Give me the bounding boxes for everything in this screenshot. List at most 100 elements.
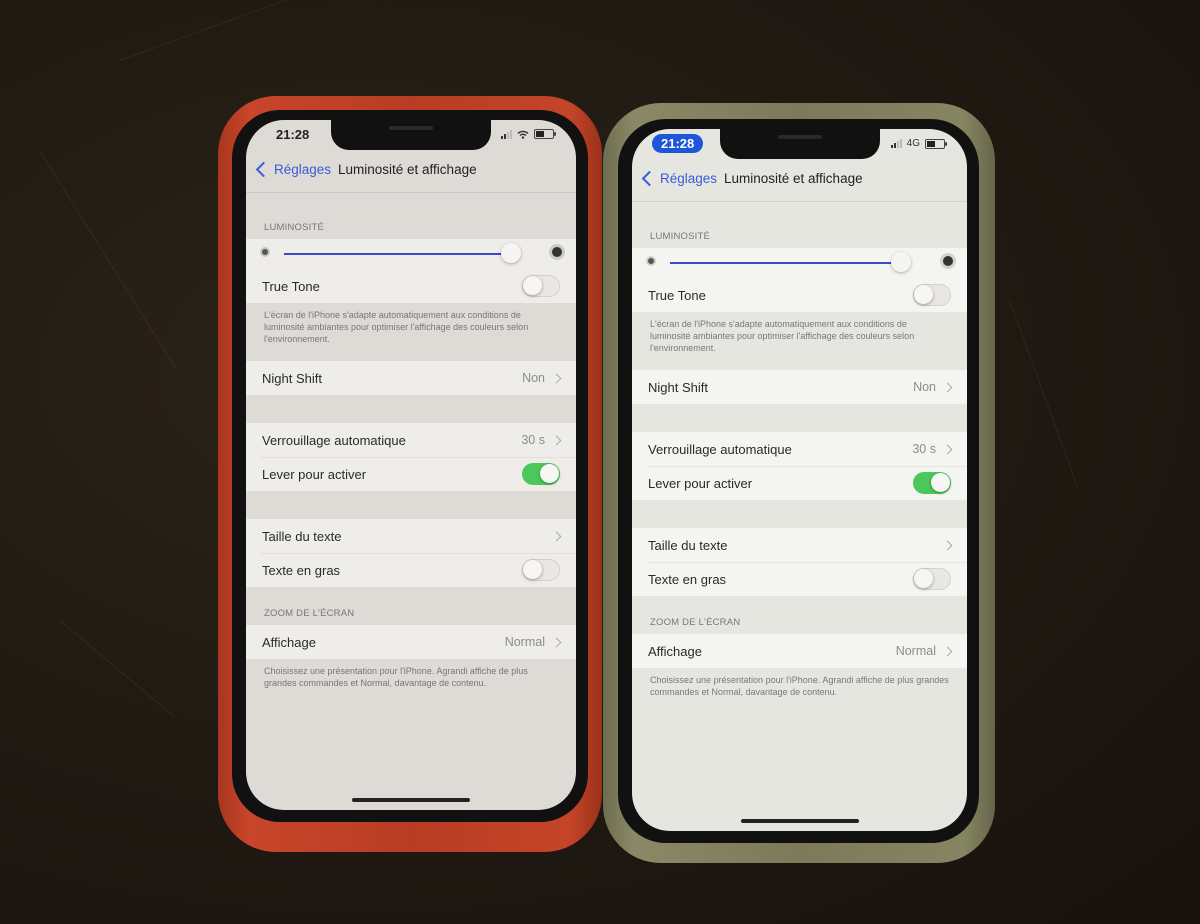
chevron-right-icon (551, 531, 562, 541)
row-value: Non (913, 380, 936, 394)
row-raise-to-wake[interactable]: Lever pour activer (246, 457, 576, 491)
chevron-right-icon (551, 373, 562, 383)
group-zoom: Affichage Normal (246, 625, 576, 659)
row-label: Affichage (648, 643, 702, 659)
battery-icon (534, 129, 556, 139)
row-auto-lock[interactable]: Verrouillage automatique 30 s (246, 423, 576, 457)
brightness-slider[interactable] (246, 239, 576, 269)
phone-bezel: 21:28 Réglages Luminosité et affichage L… (232, 110, 588, 822)
page-title: Luminosité et affichage (724, 171, 863, 186)
home-indicator[interactable] (740, 819, 859, 823)
status-time-pill[interactable]: 21:28 (652, 134, 704, 153)
group-text: Taille du texte Texte en gras (246, 519, 576, 587)
chevron-right-icon (551, 637, 562, 647)
phone-screen: 21:28 Réglages Luminosité et affichage L… (246, 120, 576, 810)
section-header-brightness: LUMINOSITÉ (650, 231, 711, 242)
group-zoom: Affichage Normal (632, 634, 967, 668)
navigation-bar: Réglages Luminosité et affichage (246, 152, 576, 193)
slider-track[interactable] (284, 253, 511, 255)
bold-text-toggle[interactable] (913, 568, 951, 590)
phone-screen: 21:28 4G Réglages Luminosité et affichag… (632, 129, 967, 831)
row-true-tone[interactable]: True Tone (632, 278, 967, 312)
row-bold-text[interactable]: Texte en gras (632, 562, 967, 596)
true-tone-footer: L'écran de l'iPhone s'adapte automatique… (264, 310, 529, 344)
group-lock: Verrouillage automatique 30 s Lever pour… (246, 423, 576, 491)
sun-small-icon (262, 249, 268, 255)
true-tone-footer: L'écran de l'iPhone s'adapte automatique… (650, 319, 915, 353)
network-type: 4G (906, 138, 920, 149)
true-tone-toggle[interactable] (522, 275, 560, 297)
row-night-shift[interactable]: Night Shift Non (632, 370, 967, 404)
row-label: Lever pour activer (262, 466, 367, 482)
row-text-size[interactable]: Taille du texte (246, 519, 576, 553)
navigation-bar: Réglages Luminosité et affichage (632, 161, 967, 202)
row-value: 30 s (521, 433, 545, 447)
row-label: Night Shift (262, 370, 322, 386)
row-value: 30 s (912, 442, 936, 456)
bold-text-toggle[interactable] (522, 559, 560, 581)
row-night-shift[interactable]: Night Shift Non (246, 361, 576, 395)
surface-scratch (39, 150, 178, 372)
true-tone-toggle[interactable] (913, 284, 951, 306)
back-label: Réglages (274, 162, 332, 177)
phone-bezel: 21:28 4G Réglages Luminosité et affichag… (618, 119, 979, 843)
row-bold-text[interactable]: Texte en gras (246, 553, 576, 587)
wifi-icon (517, 130, 529, 139)
signal-icon (890, 139, 902, 148)
chevron-right-icon (942, 646, 953, 656)
notch (719, 129, 880, 159)
row-text-size[interactable]: Taille du texte (632, 528, 967, 562)
group-text: Taille du texte Texte en gras (632, 528, 967, 596)
chevron-left-icon (255, 161, 272, 178)
group-brightness: True Tone (246, 239, 576, 303)
row-label: True Tone (262, 278, 320, 294)
status-time: 21:28 (276, 127, 310, 142)
settings-list: LUMINOSITÉ True Tone L'écran de l'iPhone… (246, 193, 576, 810)
raise-to-wake-toggle[interactable] (913, 472, 951, 494)
surface-scratch (1009, 300, 1079, 489)
row-raise-to-wake[interactable]: Lever pour activer (632, 466, 967, 500)
page-title: Luminosité et affichage (338, 162, 477, 177)
settings-list: LUMINOSITÉ True Tone L'écran de l'iPhone… (632, 202, 967, 831)
surface-scratch (59, 620, 175, 718)
home-indicator[interactable] (352, 798, 470, 802)
row-label: Verrouillage automatique (648, 441, 792, 457)
slider-thumb[interactable] (891, 252, 912, 272)
row-value: Non (522, 371, 545, 385)
chevron-right-icon (942, 382, 953, 392)
slider-track[interactable] (670, 262, 902, 264)
surface-scratch (120, 0, 290, 61)
row-true-tone[interactable]: True Tone (246, 269, 576, 303)
back-button[interactable]: Réglages (641, 170, 717, 187)
row-display-zoom[interactable]: Affichage Normal (246, 625, 576, 659)
row-label: Verrouillage automatique (262, 432, 406, 448)
chevron-left-icon (641, 170, 658, 187)
row-label: Texte en gras (648, 571, 727, 587)
zoom-footer: Choisissez une présentation pour l'iPhon… (650, 675, 949, 697)
speaker (777, 135, 822, 139)
status-icons: 4G (890, 138, 947, 149)
row-display-zoom[interactable]: Affichage Normal (632, 634, 967, 668)
row-label: Taille du texte (648, 537, 728, 553)
row-value: Normal (504, 635, 545, 649)
speaker (389, 126, 433, 130)
section-header-zoom: ZOOM DE L'ÉCRAN (264, 608, 355, 619)
group-lock: Verrouillage automatique 30 s Lever pour… (632, 432, 967, 500)
sun-large-icon (943, 256, 953, 266)
zoom-footer: Choisissez une présentation pour l'iPhon… (264, 666, 528, 688)
row-auto-lock[interactable]: Verrouillage automatique 30 s (632, 432, 967, 466)
raise-to-wake-toggle[interactable] (522, 463, 560, 485)
row-label: Texte en gras (262, 562, 341, 578)
back-button[interactable]: Réglages (255, 161, 332, 178)
notch (331, 120, 491, 150)
slider-thumb[interactable] (500, 243, 521, 263)
sun-large-icon (552, 247, 562, 257)
brightness-slider[interactable] (632, 248, 967, 278)
group-night-shift: Night Shift Non (246, 361, 576, 395)
group-night-shift: Night Shift Non (632, 370, 967, 404)
section-header-zoom: ZOOM DE L'ÉCRAN (650, 617, 741, 628)
row-label: Night Shift (648, 379, 708, 395)
row-label: True Tone (648, 287, 706, 303)
battery-icon (925, 138, 947, 149)
chevron-right-icon (551, 435, 562, 445)
